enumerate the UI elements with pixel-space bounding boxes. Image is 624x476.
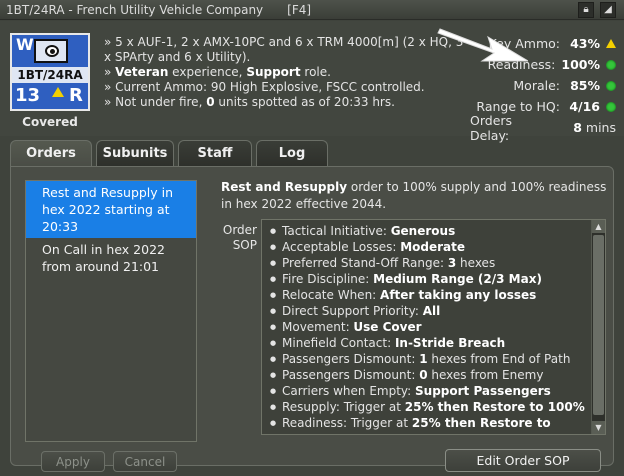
sop-item: Movement: Use Cover	[270, 319, 587, 335]
tab-log[interactable]: Log	[256, 140, 328, 166]
titlebar-icons: 🔒︎ ◢	[578, 2, 616, 18]
scroll-up-arrow-icon[interactable]: ▲	[592, 220, 605, 233]
desc-ammo: » Current Ammo: 90 High Explosive, FSCC …	[104, 80, 425, 94]
minimize-icon[interactable]: ◢	[600, 2, 616, 18]
status-ok-icon	[606, 59, 616, 70]
unit-description: » 5 x AUF-1, 2 x AMX-10PC and 6 x TRM 40…	[104, 35, 469, 110]
sop-item: Acceptable Losses: Moderate	[270, 239, 587, 255]
orders-list[interactable]: Rest and Resupply in hex 2022 starting a…	[25, 180, 197, 442]
tab-orders[interactable]: Orders	[10, 140, 92, 166]
unit-number: 13	[15, 85, 41, 106]
unit-name: 1BT/24RA	[12, 67, 88, 83]
sop-item: Readiness: Trigger at 25% then Restore t…	[270, 415, 587, 431]
tab-subunits[interactable]: Subunits	[96, 140, 174, 166]
stat-orders-delay: Orders Delay: 8 mins	[470, 112, 616, 143]
sop-item: Minefield Contact: In-Stride Breach	[270, 335, 587, 351]
sop-item: Tactical Initiative: Generous	[270, 223, 587, 239]
arrow-pointer-icon	[437, 28, 528, 62]
tab-bar: Orders Subunits Staff Log	[10, 140, 328, 166]
order-summary: Rest and Resupply order to 100% supply a…	[221, 180, 607, 211]
warning-triangle-icon	[52, 87, 64, 97]
unit-status: Covered	[22, 115, 78, 129]
window-hotkey: [F4]	[287, 2, 312, 17]
sop-item: Direct Support Priority: All	[270, 303, 587, 319]
desc-composition: » 5 x AUF-1, 2 x AMX-10PC and 6 x TRM 40…	[104, 35, 464, 64]
window-titlebar: 1BT/24RA - French Utility Vehicle Compan…	[0, 0, 624, 20]
unit-corner-letter: R	[69, 85, 83, 106]
sop-item: Fire Discipline: Medium Range (2/3 Max)	[270, 271, 587, 287]
sop-item: Carriers when Empty: Support Passengers	[270, 383, 587, 399]
unit-symbol-letter: W	[16, 35, 34, 54]
edit-order-sop-button[interactable]: Edit Order SOP	[445, 449, 601, 472]
tab-staff[interactable]: Staff	[178, 140, 252, 166]
unit-header: W 1BT/24RA 13 R Covered » 5 x AUF-1, 2 x…	[0, 21, 624, 143]
scroll-thumb[interactable]	[593, 235, 604, 415]
sop-item: Resupply: Trigger at 25% then Restore to…	[270, 399, 587, 415]
sop-list: Tactical Initiative: Generous Acceptable…	[262, 220, 605, 431]
unit-symbol: W 1BT/24RA 13 R	[10, 33, 90, 111]
sop-item: Passengers Dismount: 1 hexes from End of…	[270, 351, 587, 367]
warning-triangle-icon	[606, 39, 616, 48]
orders-panel: Rest and Resupply in hex 2022 starting a…	[10, 166, 614, 472]
observation-icon	[34, 39, 68, 63]
status-ok-icon	[606, 101, 616, 112]
scroll-down-arrow-icon[interactable]: ▼	[592, 421, 605, 434]
sop-item: Passengers Dismount: 0 hexes from Enemy	[270, 367, 587, 383]
lock-icon[interactable]: 🔒︎	[578, 2, 594, 18]
desc-fire-status: » Not under fire, 0 units spotted as of …	[104, 95, 395, 109]
sop-item: Relocate When: After taking any losses	[270, 287, 587, 303]
window-title: 1BT/24RA - French Utility Vehicle Compan…	[6, 2, 264, 17]
cancel-button[interactable]: Cancel	[113, 451, 177, 472]
sop-label: Order SOP	[222, 223, 257, 252]
status-ok-icon	[606, 80, 616, 91]
sop-item: Preferred Stand-Off Range: 3 hexes	[270, 255, 587, 271]
order-item[interactable]: On Call in hex 2022 from around 21:01	[26, 238, 196, 278]
sop-list-box[interactable]: Tactical Initiative: Generous Acceptable…	[261, 219, 606, 435]
stat-morale: Morale: 85%	[470, 75, 624, 96]
desc-experience: » Veteran experience, Support role.	[104, 65, 331, 79]
order-item[interactable]: Rest and Resupply in hex 2022 starting a…	[26, 181, 196, 238]
apply-button[interactable]: Apply	[41, 451, 105, 472]
sop-scrollbar[interactable]: ▲ ▼	[591, 220, 605, 434]
